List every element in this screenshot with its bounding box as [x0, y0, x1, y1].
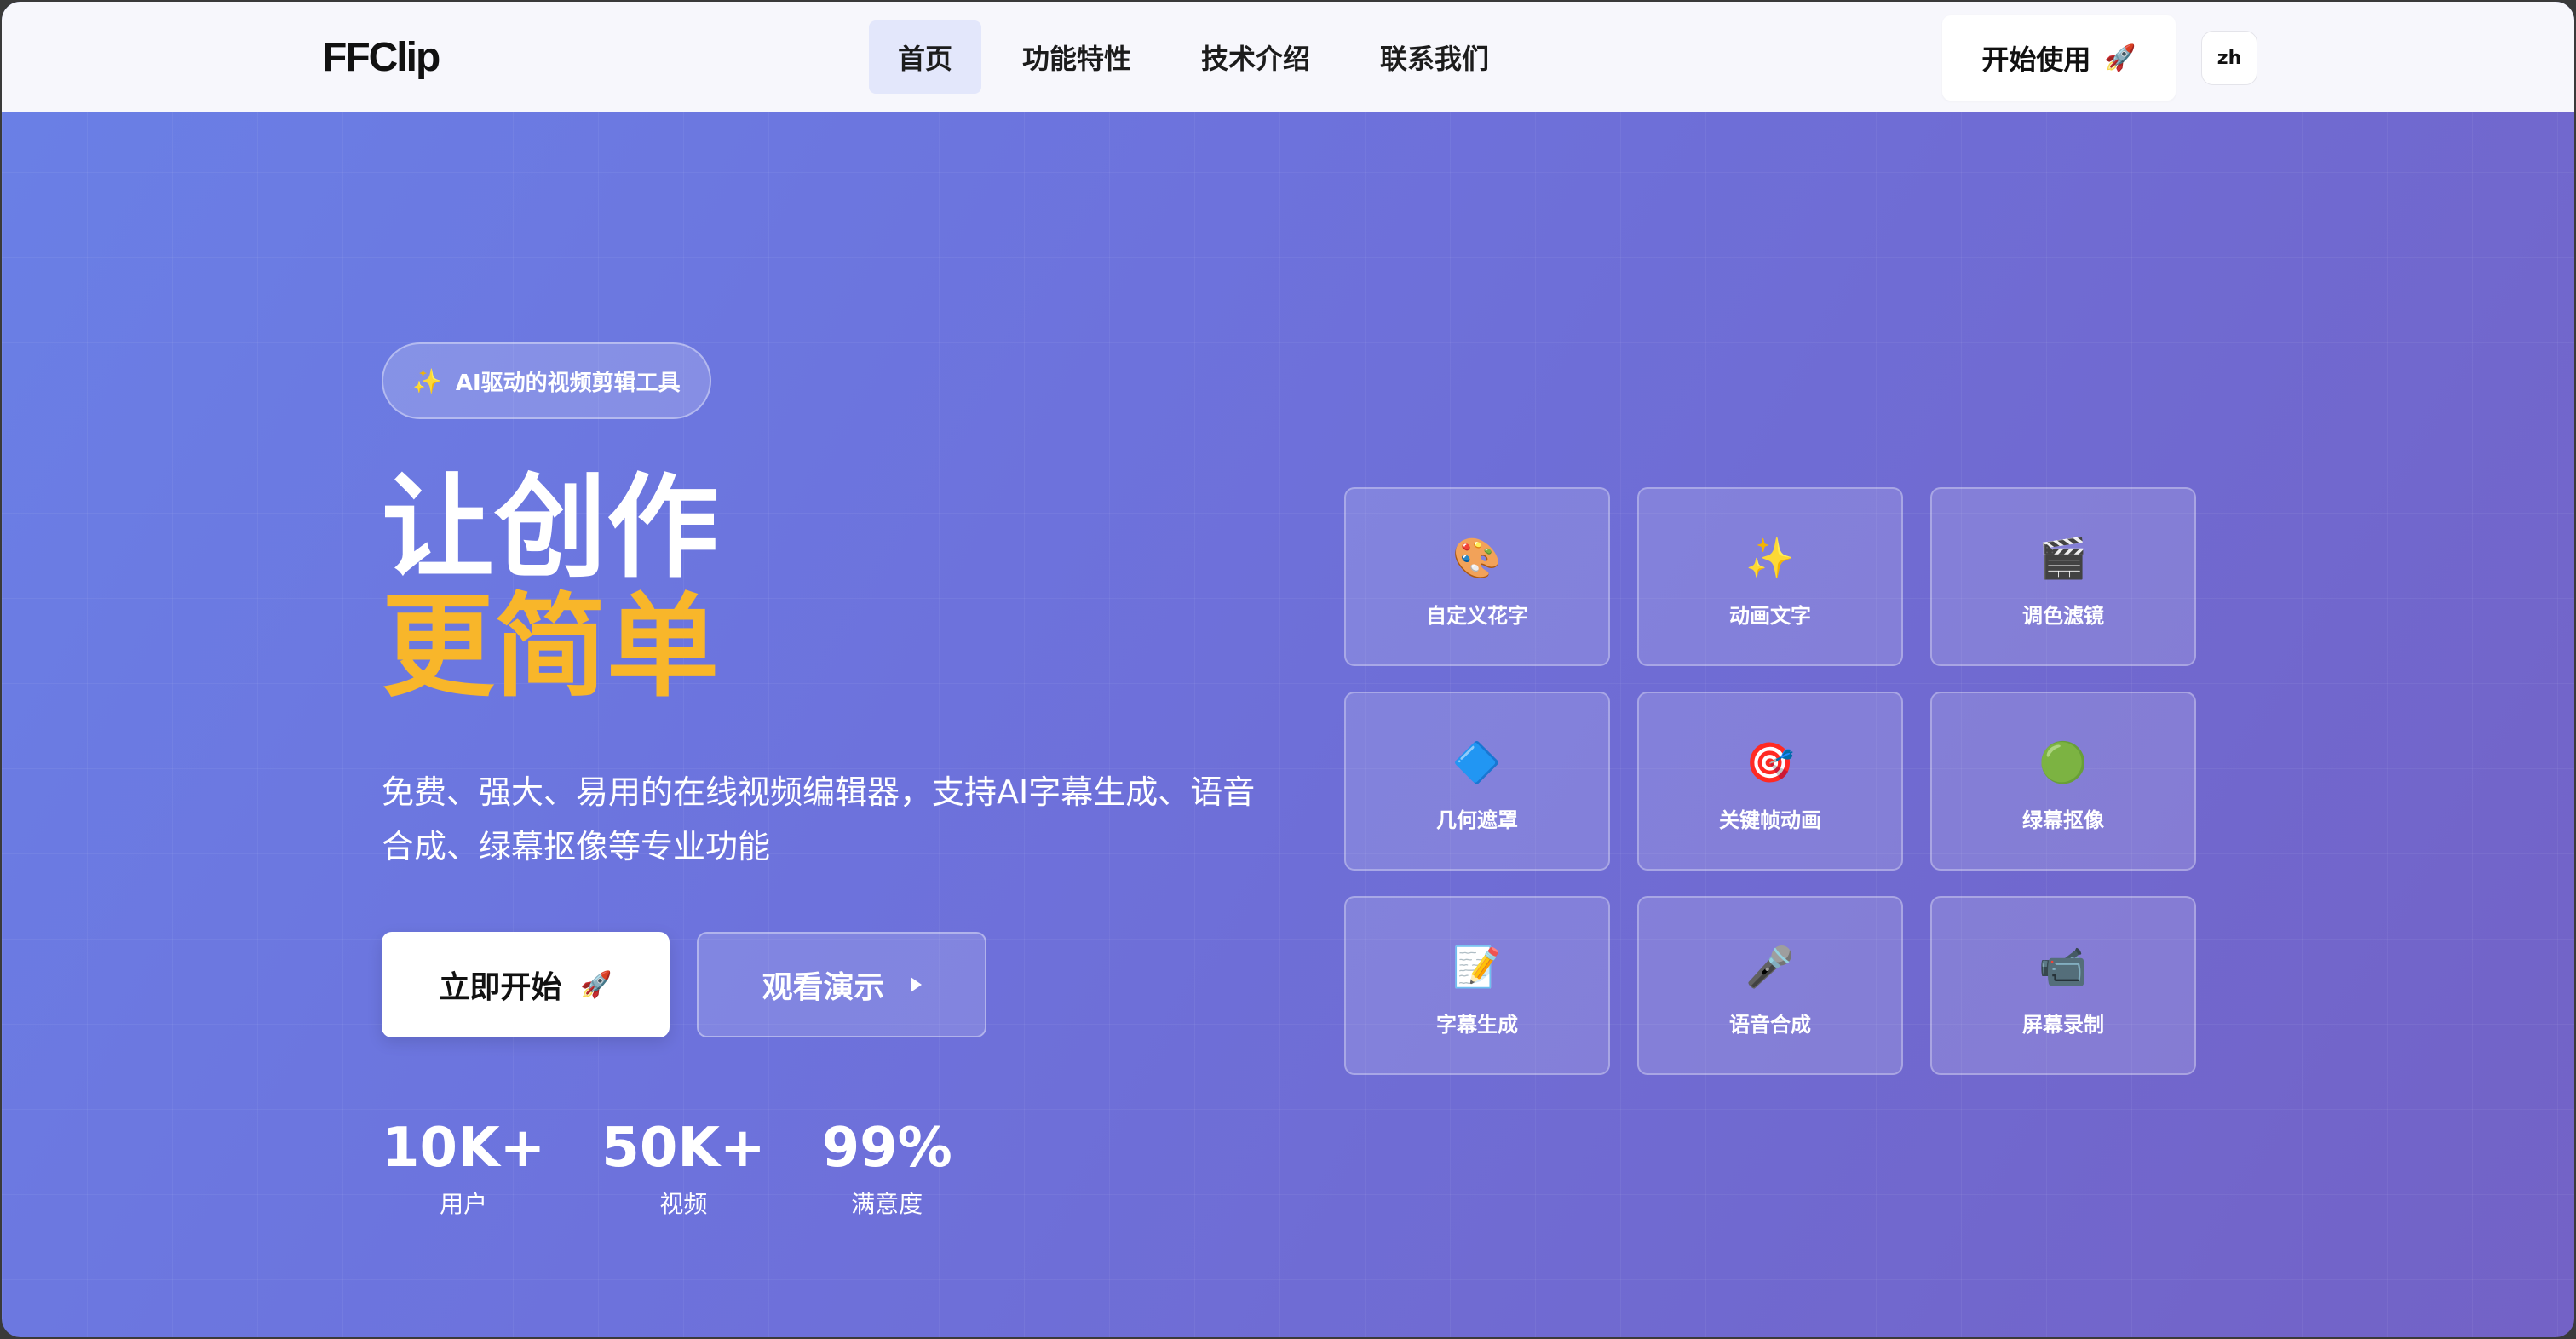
sparkles-icon: ✨: [1745, 534, 1795, 581]
green-circle-icon: 🟢: [2038, 738, 2088, 785]
target-icon: 🎯: [1745, 738, 1795, 785]
start-now-label: 立即开始: [439, 970, 562, 1005]
feature-card-animated-text[interactable]: ✨ 动画文字: [1637, 487, 1903, 666]
feature-card-geometric-mask[interactable]: 🔷 几何遮罩: [1344, 692, 1610, 871]
video-camera-icon: 📹: [2038, 943, 2088, 990]
microphone-icon: 🎤: [1745, 943, 1795, 990]
hero-badge: ✨ AI驱动的视频剪辑工具: [382, 342, 711, 419]
blue-diamond-icon: 🔷: [1452, 738, 1502, 785]
memo-icon: 📝: [1452, 943, 1502, 990]
feature-label: 调色滤镜: [2022, 603, 2104, 628]
feature-label: 屏幕录制: [2022, 1012, 2104, 1037]
language-switch-button[interactable]: zh: [2201, 31, 2257, 85]
rocket-icon: 🚀: [2104, 43, 2136, 73]
nav-link-contact[interactable]: 联系我们: [1351, 20, 1518, 94]
clapperboard-icon: 🎬: [2038, 534, 2088, 581]
watch-demo-label: 观看演示: [762, 970, 885, 1005]
start-using-button[interactable]: 开始使用 🚀: [1942, 15, 2176, 101]
stat-value: 99%: [821, 1117, 952, 1180]
stat-satisfaction: 99% 满意度: [822, 1114, 952, 1220]
top-navbar: FFClip 首页 功能特性 技术介绍 联系我们 开始使用 🚀 zh: [2, 2, 2574, 112]
play-icon: [910, 977, 922, 992]
nav-link-tech[interactable]: 技术介绍: [1172, 20, 1339, 94]
stat-label: 用户: [440, 1190, 488, 1218]
feature-card-green-screen[interactable]: 🟢 绿幕抠像: [1930, 692, 2196, 871]
hero-headline: 让创作 更简单: [382, 468, 719, 707]
stat-value: 50K+: [601, 1117, 766, 1180]
feature-card-color-filter[interactable]: 🎬 调色滤镜: [1930, 487, 2196, 666]
start-now-button[interactable]: 立即开始 🚀: [382, 932, 670, 1037]
stat-label: 视频: [659, 1190, 708, 1218]
feature-card-tts[interactable]: 🎤 语音合成: [1637, 896, 1903, 1075]
feature-label: 关键帧动画: [1719, 807, 1821, 832]
app-window: FFClip 首页 功能特性 技术介绍 联系我们 开始使用 🚀 zh ✨ AI驱…: [2, 2, 2574, 1337]
stat-value: 10K+: [382, 1117, 546, 1180]
feature-card-custom-text[interactable]: 🎨 自定义花字: [1344, 487, 1610, 666]
feature-grid: 🎨 自定义花字 ✨ 动画文字 🎬 调色滤镜 🔷 几何遮罩 🎯 关键帧动画 🟢 绿…: [1344, 487, 2196, 1075]
feature-label: 动画文字: [1729, 603, 1811, 628]
headline-line-2: 更简单: [382, 582, 719, 713]
logo[interactable]: FFClip: [322, 34, 440, 81]
nav-links: 首页 功能特性 技术介绍 联系我们: [869, 20, 1518, 94]
start-using-label: 开始使用: [1981, 43, 2091, 76]
feature-label: 绿幕抠像: [2022, 807, 2104, 832]
hero-subtitle: 免费、强大、易用的在线视频编辑器，支持AI字幕生成、语音合成、绿幕抠像等专业功能: [382, 773, 1256, 865]
feature-card-subtitles[interactable]: 📝 字幕生成: [1344, 896, 1610, 1075]
nav-link-home[interactable]: 首页: [869, 20, 982, 94]
feature-card-keyframe[interactable]: 🎯 关键帧动画: [1637, 692, 1903, 871]
rocket-icon: 🚀: [580, 969, 612, 1000]
feature-card-screen-record[interactable]: 📹 屏幕录制: [1930, 896, 2196, 1075]
stat-label: 满意度: [851, 1190, 923, 1218]
palette-icon: 🎨: [1452, 534, 1502, 581]
feature-label: 几何遮罩: [1436, 807, 1518, 832]
sparkles-icon: ✨: [412, 366, 442, 395]
headline-line-1: 让创作: [382, 463, 719, 594]
stat-videos: 50K+ 视频: [601, 1114, 765, 1220]
feature-label: 自定义花字: [1426, 603, 1528, 628]
watch-demo-button[interactable]: 观看演示: [697, 932, 986, 1037]
feature-label: 语音合成: [1729, 1012, 1811, 1037]
feature-label: 字幕生成: [1436, 1012, 1518, 1037]
hero-badge-text: AI驱动的视频剪辑工具: [455, 370, 681, 396]
stat-users: 10K+ 用户: [382, 1114, 545, 1220]
stats-row: 10K+ 用户 50K+ 视频 99% 满意度: [382, 1114, 1009, 1220]
nav-link-features[interactable]: 功能特性: [993, 20, 1160, 94]
